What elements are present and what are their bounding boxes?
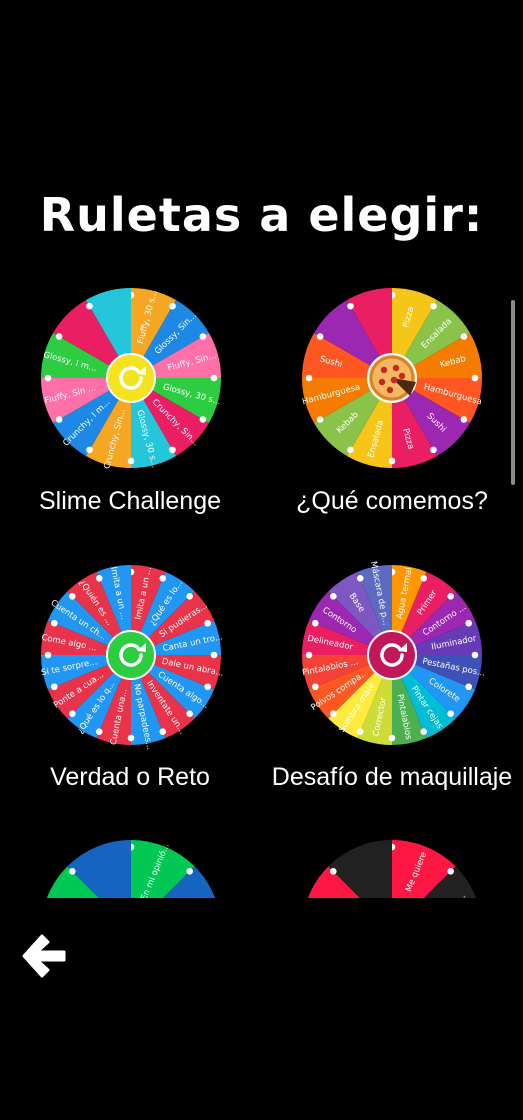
arrow-left-icon [22,934,66,978]
wheel-peg [330,868,337,875]
wheel-peg [447,868,454,875]
wheel-grid: Fluffy, 30 s... Glossy, Sin... Fluffy, Sin… [0,0,523,898]
back-button[interactable] [18,930,70,982]
wheel-me-quiere[interactable]: Me quiereNo me qui...Me quiereNo me qui.… [0,0,523,898]
